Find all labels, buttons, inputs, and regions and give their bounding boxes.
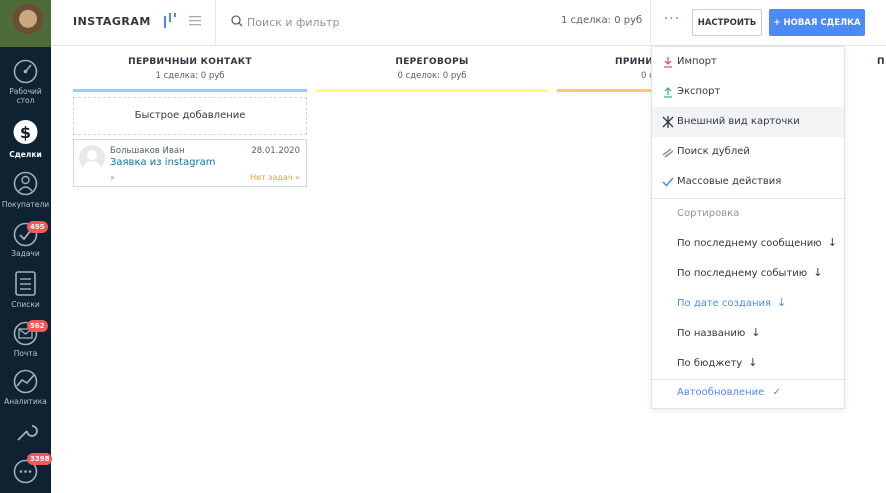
pipeline-title: INSTAGRAM — [73, 15, 151, 28]
top-divider — [215, 0, 216, 46]
menu-item-find-duplicates[interactable]: Поиск дублей — [652, 137, 844, 167]
check-icon: ✓ — [772, 387, 781, 398]
sidebar-label-deals: Сделки — [9, 150, 42, 159]
menu-item-card-view[interactable]: Внешний вид карточки — [652, 107, 844, 137]
sidebar-label-lists: Списки — [11, 300, 40, 309]
menu-item-label: Экспорт — [677, 86, 721, 97]
mass-actions-icon — [662, 177, 674, 187]
sort-heading: Сортировка — [677, 208, 740, 219]
column-title: П — [877, 57, 885, 67]
settings-icon — [17, 425, 38, 441]
menu-item-label: Массовые действия — [677, 176, 782, 187]
deal-contact[interactable]: Большаков Иван — [110, 146, 185, 156]
deal-title-link[interactable]: Заявка из instagram — [110, 157, 216, 168]
column-title: ПЕРВИЧНЫЙ КОНТАКТ — [128, 57, 252, 67]
dashboard-icon — [13, 59, 38, 84]
setup-button[interactable]: НАСТРОИТЬ — [692, 9, 762, 36]
menu-divider — [652, 379, 844, 380]
column-color-bar — [315, 89, 549, 92]
menu-item-mass-actions[interactable]: Массовые действия — [652, 167, 844, 197]
column-color-bar — [557, 89, 651, 92]
top-bar: INSTAGRAM 1 сделка: 0 руб ··· НАСТРОИТЬ … — [51, 0, 886, 46]
sort-option-label: По названию — [677, 328, 746, 339]
deal-date: 28.01.2020 — [251, 146, 300, 156]
sort-option-label: По последнему сообщению — [677, 238, 822, 249]
arrow-down-icon: ↓ — [777, 296, 787, 309]
column-title: ПЕРЕГОВОРЫ — [395, 57, 469, 67]
sidebar-item-customers[interactable]: Покупатели — [0, 170, 51, 220]
sidebar-label-customers: Покупатели — [1, 200, 50, 209]
pipeline-view-icon[interactable] — [163, 13, 177, 29]
chat-count-badge: 3398 — [27, 453, 53, 465]
sort-option-label: По бюджету — [677, 358, 743, 369]
deal-count: 1 сделка: 0 руб — [561, 15, 643, 26]
more-button[interactable]: ··· — [661, 12, 683, 32]
column-header-primary-contact: ПЕРВИЧНЫЙ КОНТАКТ 1 сделка: 0 руб — [73, 57, 307, 93]
sidebar-item-chat[interactable]: 3398 — [0, 453, 53, 493]
sidebar: Рабочий стол $ Сделки Покупатели 495 Зад… — [0, 0, 53, 493]
column-color-bar — [73, 89, 307, 92]
autoupdate-toggle[interactable]: Автообновление ✓ — [677, 387, 781, 398]
top-divider-right — [650, 0, 651, 46]
sidebar-item-lists[interactable]: Списки — [0, 270, 51, 320]
sort-option-last-event[interactable]: По последнему событию ↓ — [652, 258, 844, 288]
deals-icon: $ — [13, 120, 38, 144]
column-header-next: П — [845, 57, 886, 93]
sort-option-name[interactable]: По названию ↓ — [652, 318, 844, 348]
export-icon — [664, 87, 672, 98]
sort-option-last-message[interactable]: По последнему сообщению ↓ — [652, 228, 844, 258]
sort-option-label: По дате создания — [677, 298, 772, 309]
sidebar-item-analytics[interactable]: Аналитика — [0, 368, 51, 418]
quick-add-button[interactable]: Быстрое добавление — [73, 97, 307, 135]
arrow-down-icon: ↓ — [748, 356, 758, 369]
sidebar-label-tasks: Задачи — [11, 249, 40, 258]
customers-icon — [13, 171, 38, 196]
deal-expand-link[interactable]: » — [110, 173, 115, 182]
menu-item-label: Поиск дублей — [677, 146, 750, 157]
list-view-icon[interactable] — [189, 15, 201, 27]
card-view-icon — [662, 116, 674, 128]
tasks-count-badge: 495 — [27, 221, 48, 233]
arrow-down-icon: ↓ — [751, 326, 761, 339]
sidebar-label-dashboard-1: Рабочий — [9, 87, 42, 96]
column-header-decision: ПРИНИ 0 с — [557, 57, 651, 93]
arrow-down-icon: ↓ — [813, 266, 823, 279]
menu-item-label: Внешний вид карточки — [677, 116, 800, 127]
arrow-down-icon: ↓ — [827, 236, 837, 249]
deal-card[interactable]: Большаков Иван 28.01.2020 Заявка из inst… — [73, 139, 307, 187]
sort-option-created-date[interactable]: По дате создания ↓ — [652, 288, 844, 318]
column-summary: 1 сделка: 0 руб — [155, 71, 225, 81]
new-deal-button[interactable]: + НОВАЯ СДЕЛКА — [769, 9, 865, 36]
sidebar-item-tasks[interactable]: 495 Задачи — [0, 221, 51, 271]
svg-text:$: $ — [20, 123, 31, 142]
more-actions-menu: Импорт Экспорт Внешний вид карточки Поис… — [651, 46, 845, 409]
sidebar-item-dashboard[interactable]: Рабочий стол — [0, 58, 51, 108]
sort-option-label: По последнему событию — [677, 268, 808, 279]
contact-avatar — [79, 145, 105, 171]
search-icon — [231, 15, 243, 27]
duplicates-icon — [662, 148, 674, 158]
menu-item-export[interactable]: Экспорт — [652, 77, 844, 107]
menu-divider — [652, 198, 844, 199]
column-summary: 0 сделок: 0 руб — [397, 71, 467, 81]
sort-option-budget[interactable]: По бюджету ↓ — [652, 348, 844, 378]
analytics-icon — [13, 369, 38, 394]
sidebar-label-mail: Почта — [13, 349, 38, 358]
deal-no-tasks-link[interactable]: Нет задач » — [250, 173, 300, 182]
sidebar-label-dashboard-2: стол — [16, 96, 35, 105]
lists-icon — [15, 271, 36, 296]
autoupdate-label: Автообновление — [677, 387, 765, 398]
sidebar-item-mail[interactable]: 562 Почта — [0, 320, 51, 370]
mail-count-badge: 562 — [27, 320, 48, 332]
import-icon — [664, 57, 672, 68]
menu-item-import[interactable]: Импорт — [652, 47, 844, 77]
column-header-negotiations: ПЕРЕГОВОРЫ 0 сделок: 0 руб — [315, 57, 549, 93]
search-input[interactable] — [247, 12, 447, 32]
column-title: ПРИНИ — [615, 57, 651, 67]
column-summary: 0 с — [641, 71, 651, 81]
sidebar-item-deals[interactable]: $ Сделки — [0, 116, 51, 166]
menu-item-label: Импорт — [677, 56, 717, 67]
sidebar-label-analytics: Аналитика — [4, 397, 47, 406]
user-avatar[interactable] — [0, 0, 51, 47]
